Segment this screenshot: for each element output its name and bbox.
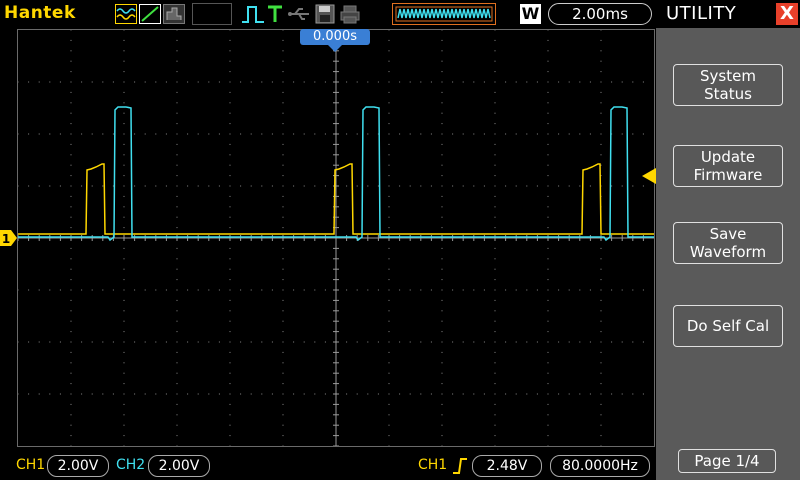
trigger-level-readout[interactable]: 2.48V [472, 455, 542, 477]
top-toolbar: Hantek W 2.00ms [0, 0, 656, 28]
menu-title: UTILITY [666, 3, 737, 24]
page-indicator-button[interactable]: Page 1/4 [678, 449, 776, 473]
waveform-display[interactable] [17, 29, 655, 447]
trigger-source-label[interactable]: CH1 [418, 457, 447, 473]
menu-button-label: System [700, 67, 756, 85]
save-icon[interactable] [315, 4, 335, 24]
svg-text:1: 1 [2, 232, 10, 246]
ch1-volts-per-div[interactable]: 2.00V [47, 455, 109, 477]
menu-button-label: Save [709, 225, 747, 243]
ch2-label[interactable]: CH2 [116, 457, 145, 473]
update-firmware-button[interactable]: Update Firmware [673, 145, 783, 187]
print-icon[interactable] [339, 4, 361, 24]
trigger-position-readout[interactable]: 0.000s [300, 29, 370, 45]
close-icon[interactable]: X [776, 3, 798, 25]
save-waveform-button[interactable]: Save Waveform [673, 222, 783, 264]
run-status-icon[interactable] [240, 4, 266, 24]
menu-button-label: Waveform [689, 243, 767, 261]
ch1-ground-marker-icon[interactable]: 1 [0, 230, 18, 246]
status-bar: CH1 2.00V CH2 2.00V CH1 2.48V 80.0000Hz [0, 452, 656, 480]
waveform-graticule [18, 30, 654, 446]
persistence-icon[interactable] [163, 4, 185, 24]
menu-button-label: Status [704, 85, 752, 103]
acquire-mode-icon[interactable] [115, 4, 137, 24]
trigger-position-arrow-icon [327, 44, 343, 52]
ch2-volts-per-div[interactable]: 2.00V [148, 455, 210, 477]
menu-button-label: Do Self Cal [686, 317, 770, 335]
line-display-icon[interactable] [139, 4, 161, 24]
trigger-t-icon[interactable] [266, 4, 284, 24]
brand-logo: Hantek [4, 3, 76, 23]
menu-button-label: Firmware [693, 166, 763, 184]
ch1-label[interactable]: CH1 [16, 457, 45, 473]
window-mode-indicator[interactable]: W [520, 4, 541, 24]
rising-edge-icon [453, 458, 467, 474]
blank-indicator [192, 3, 232, 25]
usb-icon[interactable] [287, 4, 313, 24]
memory-depth-window [392, 3, 496, 25]
trigger-level-marker-icon[interactable] [642, 168, 656, 184]
timebase-readout[interactable]: 2.00ms [548, 3, 652, 25]
menu-title-bar: UTILITY X [656, 0, 800, 28]
utility-menu: UTILITY X System Status Update Firmware … [656, 0, 800, 480]
self-cal-button[interactable]: Do Self Cal [673, 305, 783, 347]
menu-button-label: Update [700, 148, 756, 166]
system-status-button[interactable]: System Status [673, 64, 783, 106]
trigger-frequency-readout: 80.0000Hz [550, 455, 650, 477]
